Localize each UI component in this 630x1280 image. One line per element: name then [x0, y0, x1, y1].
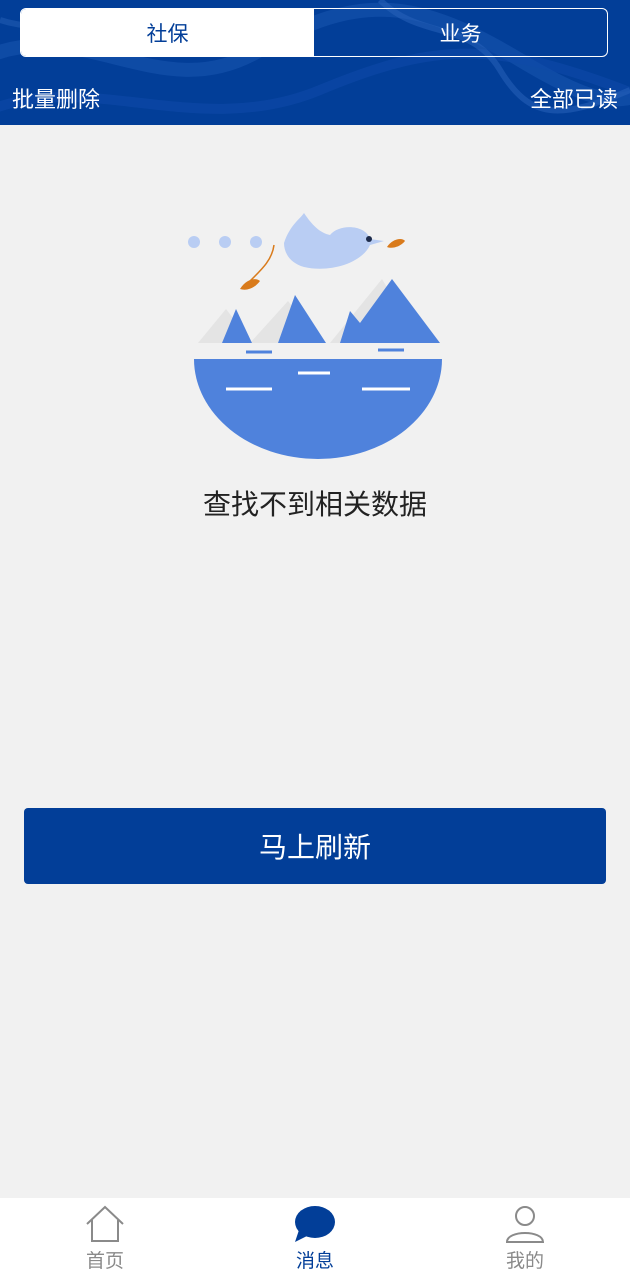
bird-mountains-illustration	[188, 213, 442, 459]
batch-delete-button[interactable]: 批量删除	[12, 82, 100, 114]
tab-business[interactable]: 业务	[314, 9, 607, 56]
bottom-tab-bar: 首页 消息 我的	[0, 1198, 630, 1280]
tab-social-security[interactable]: 社保	[21, 9, 314, 56]
message-icon	[293, 1204, 337, 1244]
tab-home-label: 首页	[85, 1250, 124, 1272]
tab-profile-label: 我的	[505, 1250, 544, 1272]
person-icon	[503, 1204, 547, 1244]
tab-messages[interactable]: 消息	[210, 1198, 420, 1280]
tab-profile[interactable]: 我的	[420, 1198, 630, 1280]
home-icon	[83, 1204, 127, 1244]
refresh-button[interactable]: 马上刷新	[24, 808, 606, 884]
empty-state-message: 查找不到相关数据	[202, 488, 427, 521]
category-segmented-control: 社保 业务	[20, 8, 608, 57]
mark-all-read-button[interactable]: 全部已读	[530, 82, 618, 114]
tab-messages-label: 消息	[295, 1250, 334, 1272]
tab-home[interactable]: 首页	[0, 1198, 210, 1280]
header: 社保 业务 批量删除 全部已读	[0, 0, 630, 125]
